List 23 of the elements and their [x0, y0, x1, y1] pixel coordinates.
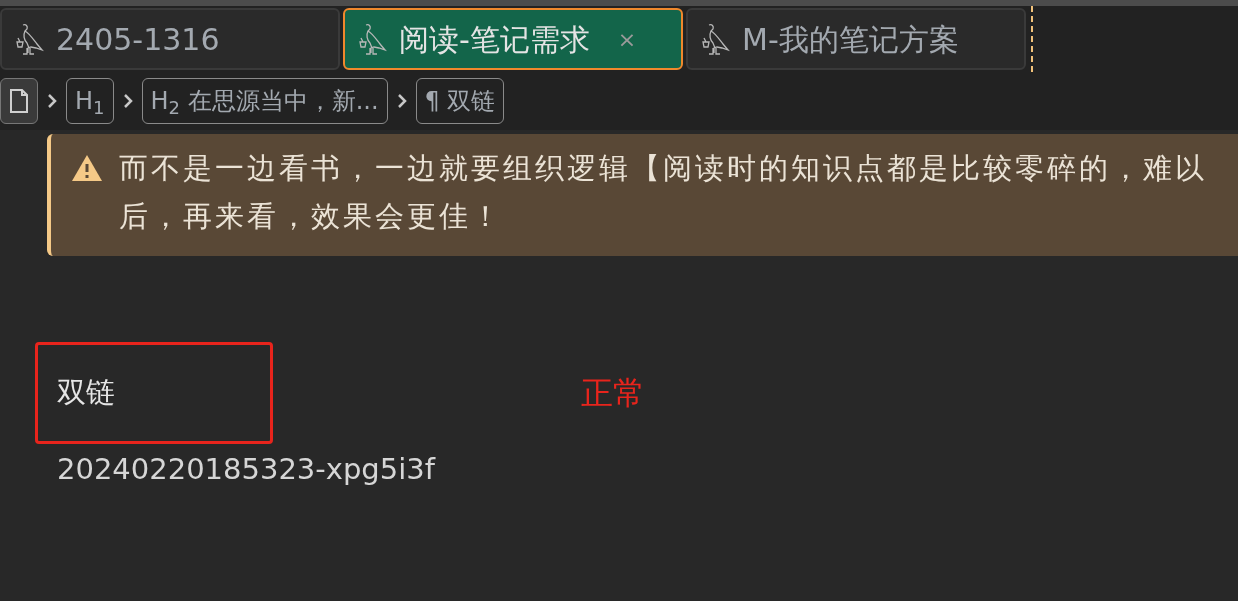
chevron-icon — [121, 92, 134, 110]
breadcrumb-item[interactable]: H$_{1}$ — [66, 78, 114, 124]
breadcrumb-item[interactable]: ¶ 双链 — [415, 78, 505, 124]
chevron-icon — [46, 92, 58, 110]
callout-text: 后，再来看，效果会更佳！ — [119, 198, 504, 234]
tab-title: 阅读-笔记需求 — [399, 20, 590, 59]
callout-text: 而不是一边看书，一边就要组织逻辑【阅读时的知识点都是比较零碎的，难以 — [119, 150, 1207, 186]
annotation-text: 正常 — [581, 373, 645, 414]
block-title: 双链 — [57, 374, 115, 412]
tab-title: 2405-1316 — [56, 20, 220, 59]
document-icon — [9, 88, 29, 114]
bird-icon — [14, 22, 44, 56]
tab[interactable]: 阅读-笔记需求 × — [343, 8, 683, 70]
chevron-icon — [395, 92, 408, 110]
tab[interactable]: 2405-1316 — [0, 8, 340, 70]
bird-icon — [357, 22, 387, 56]
document-button[interactable] — [0, 78, 38, 124]
breadcrumb-item[interactable]: H$_{2}$ 在思源当中，新... — [141, 78, 388, 124]
tab[interactable]: M-我的笔记方案 — [686, 8, 1026, 70]
block-id: 20240220185323-xpg5i3f — [57, 451, 437, 488]
bird-icon — [700, 22, 730, 56]
tab-title: M-我的笔记方案 — [742, 20, 959, 59]
warning-icon — [71, 154, 103, 182]
